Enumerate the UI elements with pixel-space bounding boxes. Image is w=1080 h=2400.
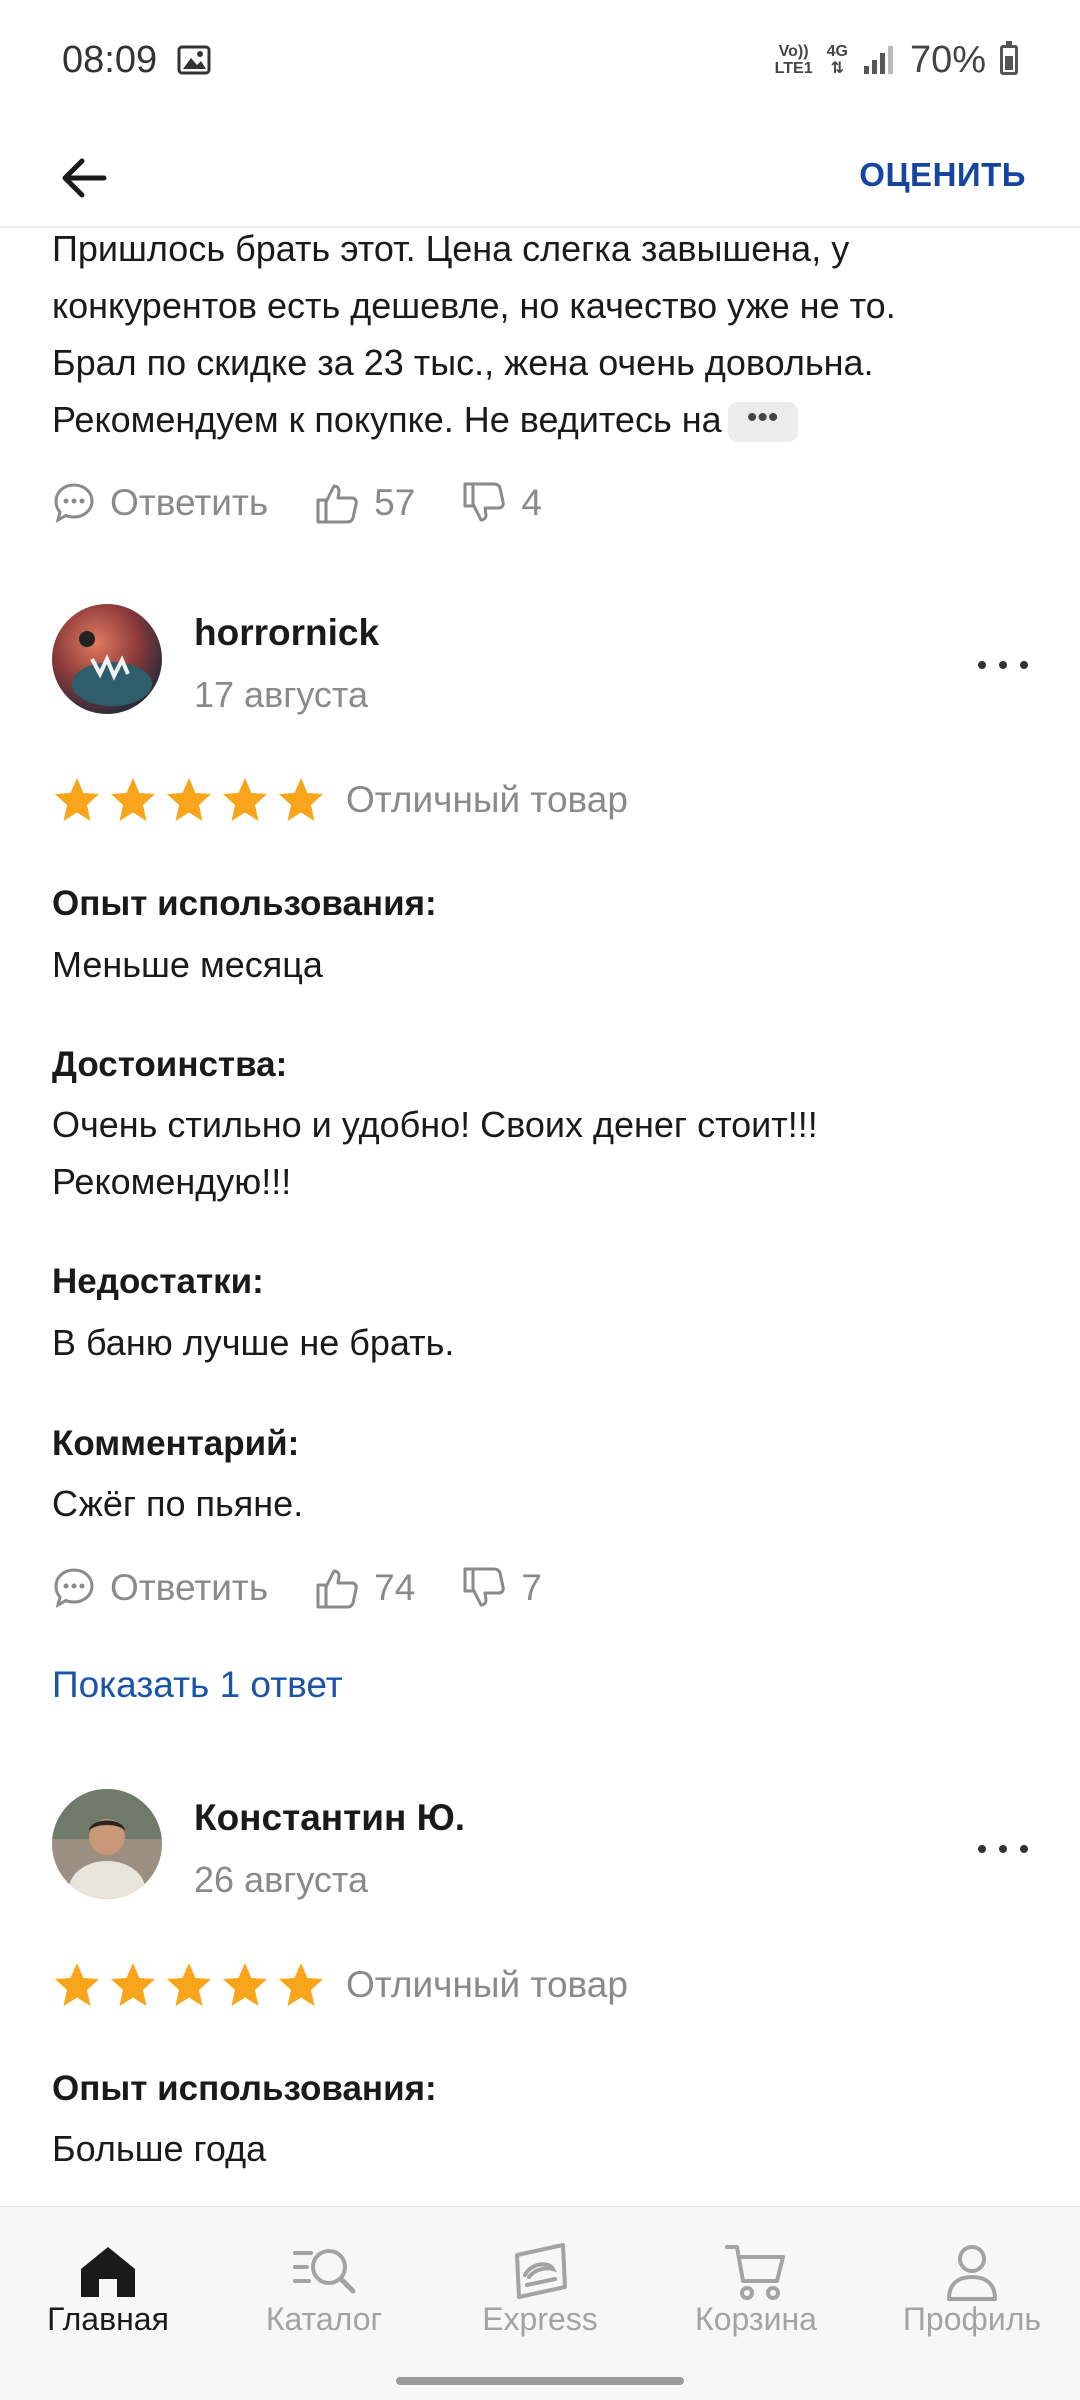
- nav-home[interactable]: Главная: [0, 2207, 216, 2361]
- star-icon: [55, 1963, 99, 2006]
- rating-label: Отличный товар: [346, 779, 628, 820]
- profile-icon: [947, 2245, 997, 2301]
- nav-label: Express: [482, 2301, 598, 2337]
- more-options-button[interactable]: [978, 1834, 1028, 1864]
- review-date: 26 августа: [194, 1859, 369, 1900]
- star-icon: [167, 1963, 211, 2006]
- pros-line: Рекомендую!!!: [52, 1161, 292, 1202]
- review-line: Пришлось брать этот. Цена слегка завышен…: [52, 228, 850, 269]
- rating-row: Отличный товар: [52, 1955, 628, 2015]
- author-name[interactable]: Константин Ю.: [194, 1797, 465, 1839]
- rate-button[interactable]: ОЦЕНИТЬ: [859, 156, 1026, 194]
- star-icon: [279, 778, 323, 821]
- catalog-search-icon: [293, 2249, 356, 2294]
- avatar[interactable]: [52, 604, 162, 714]
- like-count: 74: [374, 1567, 416, 1608]
- star-icon: [223, 1963, 267, 2006]
- star-icon: [55, 778, 99, 821]
- cons-text: В баню лучше не брать.: [52, 1322, 455, 1363]
- image-notification-icon: [177, 45, 211, 75]
- star-rating: [52, 775, 326, 825]
- thumbs-up-icon: [316, 1569, 358, 1609]
- show-replies-link[interactable]: Показать 1 ответ: [52, 1664, 343, 1706]
- nav-label: Каталог: [265, 2301, 383, 2337]
- review-date: 17 августа: [194, 674, 369, 715]
- dislike-count: 7: [521, 1567, 542, 1608]
- comment-text: Сжёг по пьяне.: [52, 1483, 304, 1524]
- cons-title: Недостатки:: [52, 1262, 264, 1301]
- dislike-button[interactable]: 4: [461, 480, 542, 526]
- expand-text-button[interactable]: •••: [727, 402, 798, 443]
- comment-icon: [54, 1568, 94, 1609]
- nav-label: Корзина: [695, 2301, 817, 2337]
- experience-value: Больше года: [52, 2128, 267, 2169]
- reply-label: Ответить: [110, 1567, 269, 1608]
- dislike-button[interactable]: 7: [461, 1565, 542, 1611]
- nav-label: Профиль: [902, 2301, 1042, 2337]
- experience-value: Меньше месяца: [52, 944, 323, 985]
- battery-icon: [1000, 41, 1018, 75]
- thumbs-down-icon: [463, 1567, 506, 1607]
- reply-button[interactable]: Ответить: [52, 1566, 268, 1610]
- pros-text: Очень стильно и удобно! Своих денег стои…: [52, 1096, 1032, 1210]
- home-icon: [81, 2247, 135, 2297]
- nav-cart[interactable]: Корзина: [648, 2207, 864, 2361]
- nav-catalog[interactable]: Каталог: [216, 2207, 432, 2361]
- rating-label: Отличный товар: [346, 1964, 628, 2005]
- avatar[interactable]: [52, 1789, 162, 1899]
- thumbs-down-icon: [463, 482, 506, 522]
- review-line: конкурентов есть дешевле, но качество уж…: [52, 285, 896, 326]
- author-name[interactable]: horrornick: [194, 612, 379, 654]
- nav-label: Главная: [47, 2301, 169, 2337]
- comment-title: Комментарий:: [52, 1424, 300, 1463]
- cart-icon: [725, 2245, 785, 2300]
- more-options-button[interactable]: [978, 650, 1028, 680]
- thumbs-up-icon: [316, 484, 358, 524]
- star-icon: [167, 778, 211, 821]
- experience-title: Опыт использования:: [52, 2069, 437, 2108]
- like-count: 57: [374, 482, 416, 523]
- rating-row: Отличный товар: [52, 770, 628, 830]
- home-gesture-bar[interactable]: [396, 2377, 684, 2385]
- star-icon: [111, 1963, 155, 2006]
- network-type-indicator: 4G ⇅: [826, 43, 848, 77]
- reply-label: Ответить: [110, 482, 269, 523]
- pros-title: Достоинства:: [52, 1045, 288, 1084]
- star-icon: [111, 778, 155, 821]
- like-button[interactable]: 74: [314, 1565, 415, 1611]
- signal-icon: [863, 46, 893, 74]
- star-icon: [279, 1963, 323, 2006]
- comment-icon: [54, 483, 94, 524]
- review-actions: Ответить 74 7: [52, 1558, 588, 1618]
- star-icon: [223, 778, 267, 821]
- volte-indicator: Vo)) LTE1: [774, 43, 813, 77]
- experience-title: Опыт использования:: [52, 884, 437, 923]
- status-bar: 08:09 Vo)) LTE1 4G ⇅ 70%: [0, 0, 1080, 120]
- dislike-count: 4: [521, 482, 542, 523]
- review-actions: Ответить 57 4: [52, 473, 588, 533]
- back-arrow-icon[interactable]: [56, 150, 112, 206]
- review-line: Брал по скидке за 23 тыс., жена очень до…: [52, 342, 874, 383]
- reply-button[interactable]: Ответить: [52, 481, 268, 525]
- star-rating: [52, 1960, 326, 2010]
- express-icon: [515, 2243, 567, 2299]
- nav-express[interactable]: Express: [432, 2207, 648, 2361]
- review-line: Рекомендуем к покупке. Не ведитесь на •••: [52, 391, 1032, 448]
- previous-review-text: Пришлось брать этот. Цена слегка завышен…: [52, 220, 1032, 448]
- status-time: 08:09: [62, 38, 158, 81]
- like-button[interactable]: 57: [314, 480, 415, 526]
- bottom-navigation: Главная Каталог Express Корзина Профиль: [0, 2206, 1080, 2361]
- nav-profile[interactable]: Профиль: [864, 2207, 1080, 2361]
- gesture-area: [0, 2360, 1080, 2400]
- battery-percent: 70%: [909, 38, 986, 81]
- pros-line: Очень стильно и удобно! Своих денег стои…: [52, 1104, 818, 1145]
- app-bar: ОЦЕНИТЬ: [0, 120, 1080, 228]
